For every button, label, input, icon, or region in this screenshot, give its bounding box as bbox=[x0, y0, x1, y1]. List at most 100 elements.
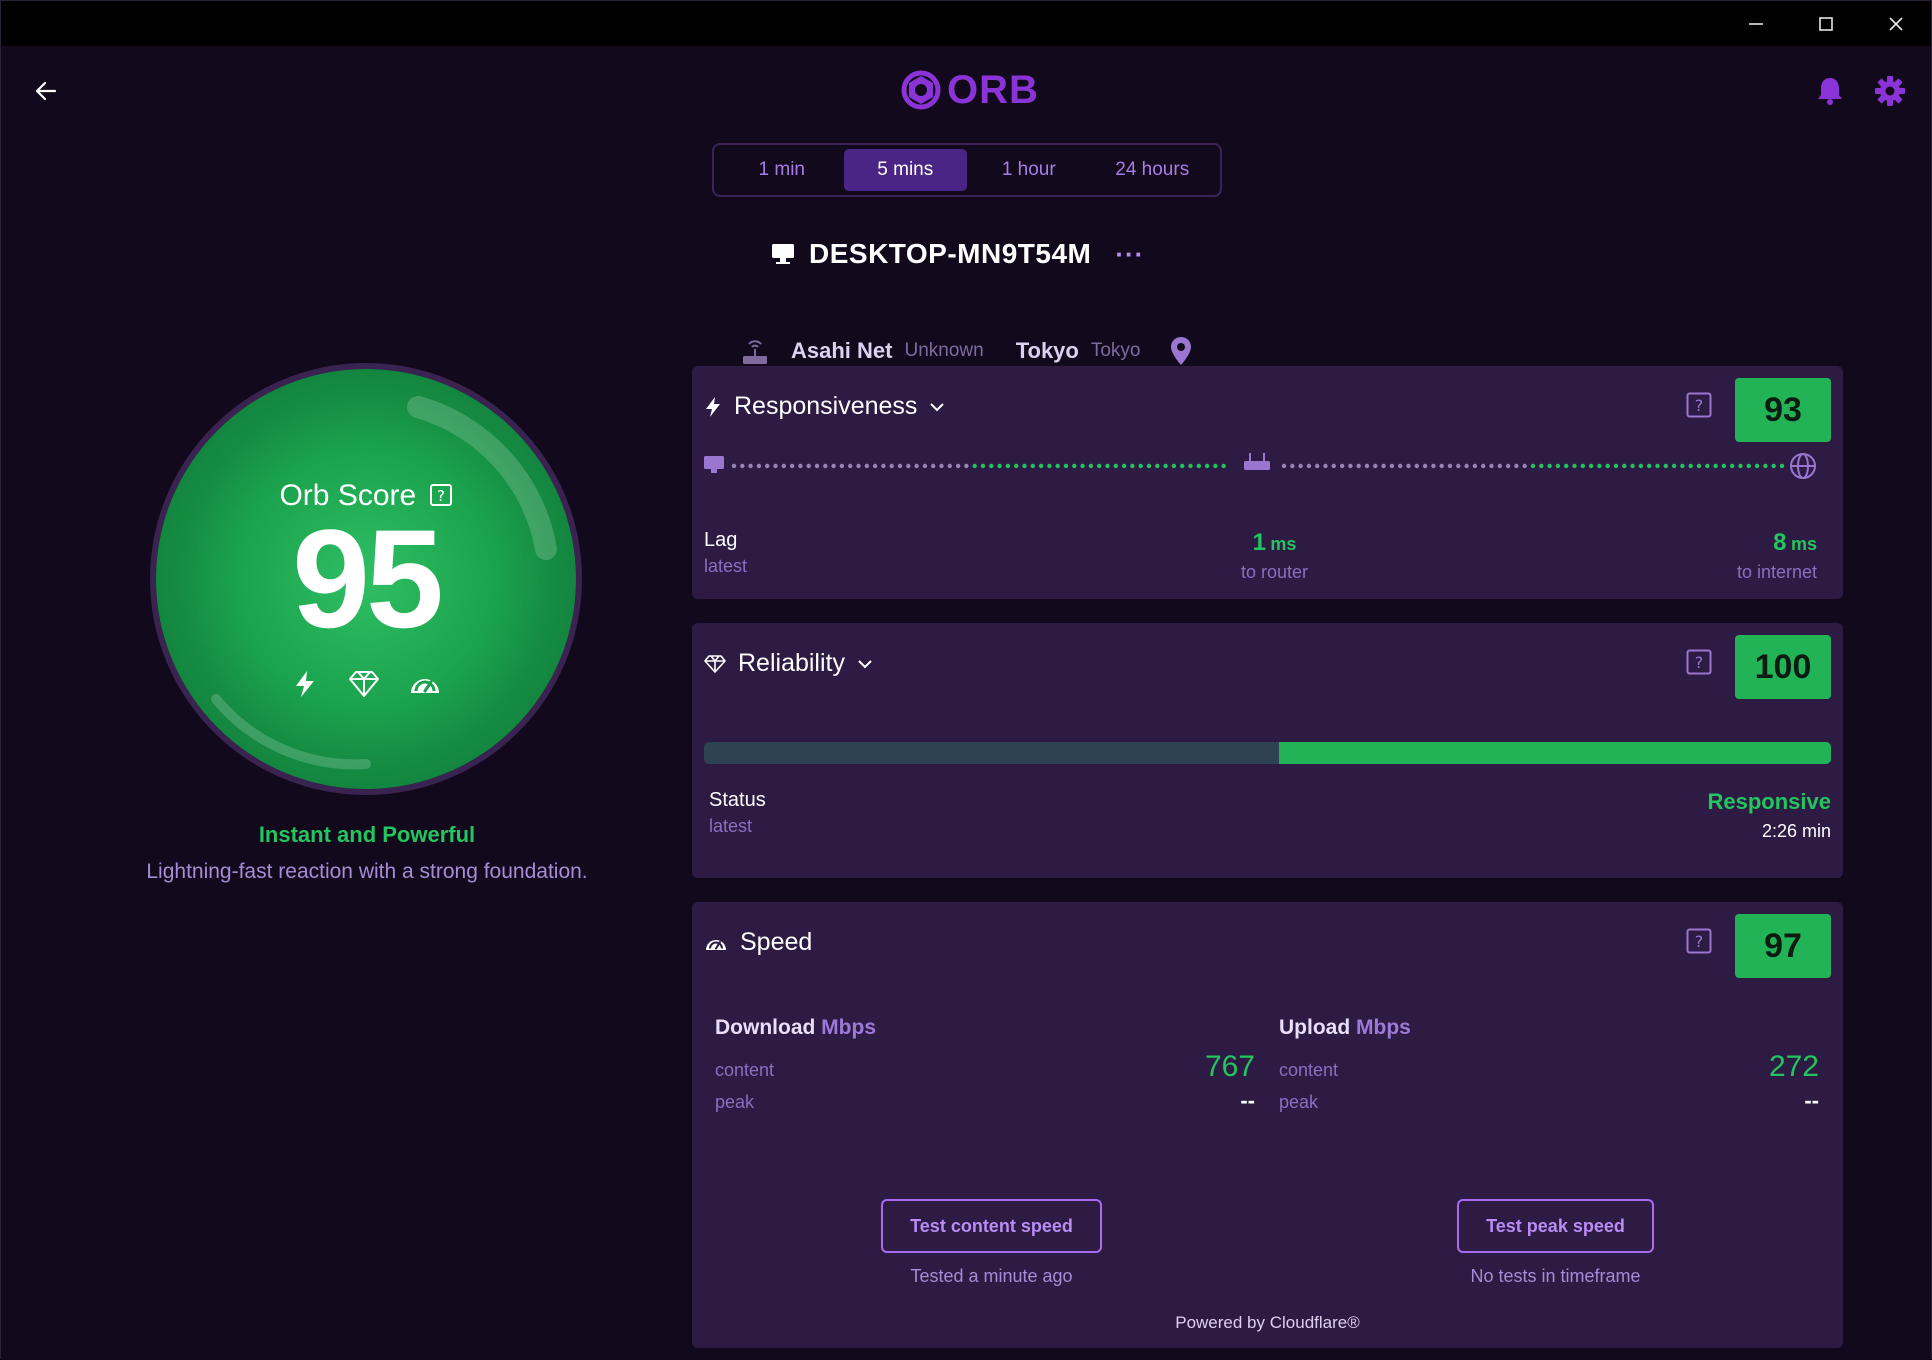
close-icon bbox=[1889, 16, 1903, 31]
upload-section: Upload Mbps content 272 peak -- bbox=[1279, 1016, 1819, 1114]
lag-path-dot bbox=[972, 463, 977, 469]
lag-path-dot bbox=[1613, 463, 1619, 469]
test-peak-note: No tests in timeframe bbox=[1470, 1266, 1641, 1286]
lag-path-dot bbox=[1072, 463, 1077, 469]
upload-heading: Upload Mbps bbox=[1279, 1016, 1411, 1039]
test-peak-speed-button[interactable]: Test peak speed bbox=[1457, 1199, 1654, 1253]
lag-path-dot bbox=[1564, 463, 1569, 469]
logo-text: ORB bbox=[947, 67, 1039, 112]
reliability-score: 100 bbox=[1735, 635, 1831, 699]
lag-path-dot bbox=[1022, 463, 1027, 469]
lag-path-dot bbox=[1105, 463, 1110, 469]
lag-path-dot bbox=[839, 463, 845, 469]
lag-path-dot bbox=[1306, 463, 1312, 469]
lag-path-dot bbox=[1489, 463, 1494, 469]
minimize-button[interactable] bbox=[1721, 1, 1791, 46]
orb-score-ring: Orb Score ? 95 bbox=[156, 369, 576, 789]
back-arrow-icon[interactable] bbox=[31, 76, 61, 106]
timeframe-5-mins[interactable]: 5 mins bbox=[843, 149, 967, 191]
lag-path-dot bbox=[1030, 463, 1035, 469]
timeframe-24-hours[interactable]: 24 hours bbox=[1091, 149, 1215, 191]
reliability-timeline-bar bbox=[704, 742, 1831, 764]
gear-icon[interactable] bbox=[1873, 74, 1907, 108]
lag-path-dot bbox=[1097, 463, 1102, 469]
lag-path-dot bbox=[1047, 463, 1052, 469]
lag-path-dot bbox=[1572, 463, 1577, 469]
lag-path-dot bbox=[1080, 463, 1085, 469]
lag-path-dot bbox=[1213, 463, 1218, 469]
internet-latency-label: to internet bbox=[1736, 562, 1817, 582]
lag-path-dot bbox=[889, 463, 894, 469]
lag-path-dot bbox=[1038, 463, 1044, 469]
maximize-button[interactable] bbox=[1791, 1, 1861, 46]
timeframe-selector: 1 min 5 mins 1 hour 24 hours bbox=[712, 143, 1222, 197]
close-button[interactable] bbox=[1861, 1, 1931, 46]
lag-path-dot bbox=[897, 463, 903, 469]
lag-path-dot bbox=[848, 463, 853, 469]
download-peak-value: -- bbox=[1240, 1088, 1255, 1113]
lag-path-dot bbox=[781, 463, 786, 469]
help-icon[interactable]: ? bbox=[1686, 392, 1712, 418]
lag-path-dot bbox=[1146, 463, 1152, 469]
computer-icon bbox=[704, 456, 724, 473]
lag-path-dot bbox=[1539, 463, 1544, 469]
router-latency-label: to router bbox=[1240, 562, 1309, 582]
lag-path-dot bbox=[1389, 463, 1395, 469]
lag-path-dot bbox=[989, 463, 994, 469]
lag-path-dot bbox=[1373, 463, 1378, 469]
globe-icon bbox=[1790, 453, 1816, 479]
lag-path-dot bbox=[1522, 463, 1527, 469]
lag-path-dot bbox=[1588, 463, 1594, 469]
orb-description: Lightning-fast reaction with a strong fo… bbox=[146, 860, 588, 883]
lag-path-dot bbox=[1721, 463, 1727, 469]
lightning-icon bbox=[296, 671, 314, 697]
speed-score: 97 bbox=[1735, 914, 1831, 978]
lag-path-dot bbox=[1398, 463, 1403, 469]
timeframe-1-hour[interactable]: 1 hour bbox=[967, 149, 1091, 191]
lag-path-dot bbox=[1447, 463, 1453, 469]
lag-path-dot bbox=[1763, 463, 1768, 469]
test-content-speed-button[interactable]: Test content speed bbox=[881, 1199, 1102, 1253]
lag-path-dot bbox=[1431, 463, 1436, 469]
router-icon bbox=[1244, 453, 1270, 470]
help-icon[interactable]: ? bbox=[1686, 649, 1712, 675]
help-icon[interactable]: ? bbox=[1686, 928, 1712, 954]
city-sub: Tokyo bbox=[1090, 340, 1141, 361]
lag-path-dot bbox=[756, 463, 762, 469]
lag-path-dot bbox=[881, 463, 886, 469]
upload-content-row: content 272 bbox=[1279, 1050, 1819, 1083]
lag-path-dot bbox=[1121, 463, 1127, 469]
lag-path-dot bbox=[773, 463, 778, 469]
lag-path-dot bbox=[1339, 463, 1345, 469]
lag-path-dot bbox=[1188, 463, 1193, 469]
lag-path-dot bbox=[980, 463, 986, 469]
isp-sub: Unknown bbox=[904, 340, 984, 361]
diamond-icon bbox=[349, 671, 379, 697]
lag-path-dot bbox=[1771, 463, 1776, 469]
more-options-icon[interactable]: ··· bbox=[1115, 239, 1144, 270]
upload-content-value: 272 bbox=[1768, 1050, 1819, 1083]
lag-path-dot bbox=[1439, 463, 1444, 469]
lag-path-dot bbox=[1464, 463, 1469, 469]
lag-path-dot bbox=[831, 463, 836, 469]
speedometer-icon bbox=[411, 679, 439, 693]
lag-path-dot bbox=[1298, 463, 1303, 469]
lag-path-dot bbox=[789, 463, 795, 469]
lag-path-dot bbox=[1113, 463, 1118, 469]
lag-path-dot bbox=[1622, 463, 1627, 469]
lag-path-dot bbox=[1364, 463, 1370, 469]
lag-path-dot bbox=[1680, 463, 1685, 469]
lag-label: Lag bbox=[704, 529, 738, 551]
bell-icon[interactable] bbox=[1813, 74, 1847, 108]
timeframe-1-min[interactable]: 1 min bbox=[720, 149, 844, 191]
responsiveness-header[interactable]: Responsiveness bbox=[704, 392, 945, 421]
lag-path-diagram bbox=[704, 453, 1816, 479]
reliability-header[interactable]: Reliability bbox=[704, 649, 873, 678]
lag-path-dot bbox=[997, 463, 1002, 469]
lag-path-dot bbox=[1647, 463, 1652, 469]
speedometer-icon bbox=[706, 939, 726, 950]
lag-path-dot bbox=[1422, 463, 1428, 469]
lag-path-dot bbox=[1688, 463, 1693, 469]
lag-path-dot bbox=[1547, 463, 1552, 469]
status-sub: latest bbox=[709, 816, 753, 836]
